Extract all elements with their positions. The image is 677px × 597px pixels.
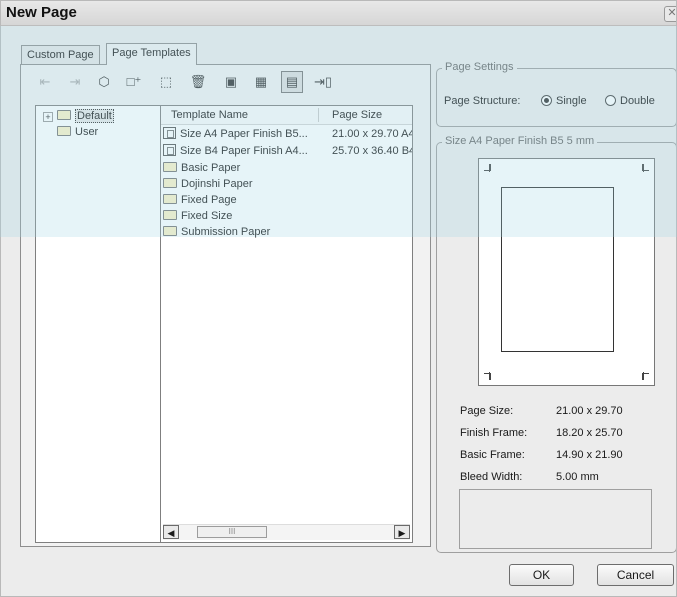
horizontal-scrollbar[interactable]: ◀ III ▶ <box>163 524 410 540</box>
crop-mark-icon <box>637 372 644 380</box>
folder-row[interactable]: Fixed Page <box>163 192 412 208</box>
register-icon[interactable]: ⬡ <box>93 71 115 93</box>
expand-icon[interactable]: + <box>43 112 53 122</box>
properties-icon[interactable]: ⇥▯ <box>312 71 334 93</box>
folder-name: Dojinshi Paper <box>181 178 253 190</box>
import-icon[interactable]: ⇤ <box>34 71 56 93</box>
single-label: Single <box>556 95 587 107</box>
folder-row[interactable]: Basic Paper <box>163 160 412 176</box>
crop-mark-icon <box>637 164 644 172</box>
template-notes <box>459 489 652 549</box>
folder-icon <box>163 178 177 188</box>
bleed-width-value: 5.00 mm <box>556 471 599 483</box>
page-size-label: Page Size: <box>460 405 514 417</box>
tree-item-default[interactable]: Default <box>57 109 114 123</box>
template-size: 25.70 x 36.40 B4 <box>332 145 413 157</box>
folder-name: Basic Paper <box>181 162 241 174</box>
single-radio[interactable]: Single <box>541 95 587 107</box>
scroll-right-icon[interactable]: ▶ <box>394 525 410 539</box>
folder-row[interactable]: Dojinshi Paper <box>163 176 412 192</box>
radio-unchecked-icon <box>605 95 616 106</box>
tab-custom-page[interactable]: Custom Page <box>21 45 100 64</box>
finish-frame-label: Finish Frame: <box>460 427 528 439</box>
finish-frame-value: 18.20 x 25.70 <box>556 427 623 439</box>
preview-legend: Size A4 Paper Finish B5 5 mm <box>442 135 598 147</box>
folder-icon <box>163 194 177 204</box>
crop-mark-icon <box>489 164 496 172</box>
column-separator[interactable] <box>318 108 319 122</box>
folder-icon <box>57 126 71 136</box>
folder-name: Submission Paper <box>181 226 271 238</box>
template-size: 21.00 x 29.70 A4 <box>332 128 413 140</box>
view-list-icon[interactable]: ▦ <box>250 71 272 93</box>
folder-icon <box>57 110 71 120</box>
basic-frame-outline <box>501 187 614 352</box>
new-folder-icon[interactable]: ⬚ <box>155 71 177 93</box>
folder-icon <box>163 226 177 236</box>
folder-icon <box>163 210 177 220</box>
page-templates-panel: ⇤ ⇥ ⬡ □⁺ ⬚ 🗑 ▣ ▦ ▤ ⇥▯ + Default User Tem… <box>20 64 431 547</box>
template-name: Size B4 Paper Finish A4... <box>180 145 308 157</box>
tab-page-templates[interactable]: Page Templates <box>106 43 197 65</box>
radio-checked-icon <box>541 95 552 106</box>
delete-icon[interactable]: 🗑 <box>187 71 209 93</box>
view-details-icon[interactable]: ▤ <box>281 71 303 93</box>
page-settings-legend: Page Settings <box>442 61 517 73</box>
template-row[interactable]: Size B4 Paper Finish A4... 25.70 x 36.40… <box>163 143 412 159</box>
basic-frame-label: Basic Frame: <box>460 449 525 461</box>
folder-row[interactable]: Fixed Size <box>163 208 412 224</box>
bleed-width-label: Bleed Width: <box>460 471 523 483</box>
template-icon <box>163 144 176 156</box>
list-header: Template Name Page Size <box>161 106 412 125</box>
new-page-dialog: New Page ✕ Custom Page Page Templates ⇤ … <box>0 0 677 597</box>
export-icon[interactable]: ⇥ <box>64 71 86 93</box>
basic-frame-value: 14.90 x 21.90 <box>556 449 623 461</box>
tree-item-user[interactable]: User <box>57 125 98 139</box>
template-icon <box>163 127 176 139</box>
folder-icon <box>163 162 177 172</box>
ok-button[interactable]: OK <box>509 564 574 586</box>
page-structure-label: Page Structure: <box>444 95 521 107</box>
view-thumbnails-icon[interactable]: ▣ <box>220 71 242 93</box>
double-label: Double <box>620 95 655 107</box>
template-toolbar: ⇤ ⇥ ⬡ □⁺ ⬚ 🗑 ▣ ▦ ▤ ⇥▯ <box>25 68 425 98</box>
crop-mark-icon <box>489 372 496 380</box>
new-template-icon[interactable]: □⁺ <box>123 71 145 93</box>
folder-name: Fixed Size <box>181 210 233 222</box>
scroll-thumb[interactable]: III <box>197 526 267 538</box>
template-name: Size A4 Paper Finish B5... <box>180 128 308 140</box>
template-list[interactable]: Template Name Page Size Size A4 Paper Fi… <box>160 105 413 543</box>
folder-row[interactable]: Submission Paper <box>163 224 412 240</box>
folder-name: Fixed Page <box>181 194 237 206</box>
dialog-title: New Page <box>6 4 77 21</box>
page-preview <box>478 158 655 386</box>
cancel-button[interactable]: Cancel <box>597 564 674 586</box>
folder-tree[interactable]: + Default User <box>35 105 170 543</box>
column-header-page-size[interactable]: Page Size <box>332 109 382 121</box>
column-header-template-name[interactable]: Template Name <box>171 109 248 121</box>
tree-item-label: User <box>75 126 99 138</box>
double-radio[interactable]: Double <box>605 95 655 107</box>
tree-item-label: Default <box>75 109 114 123</box>
close-icon[interactable]: ✕ <box>664 6 676 22</box>
template-row[interactable]: Size A4 Paper Finish B5... 21.00 x 29.70… <box>163 126 412 142</box>
scroll-left-icon[interactable]: ◀ <box>163 525 179 539</box>
title-bar[interactable]: New Page ✕ <box>1 1 676 26</box>
page-size-value: 21.00 x 29.70 <box>556 405 623 417</box>
